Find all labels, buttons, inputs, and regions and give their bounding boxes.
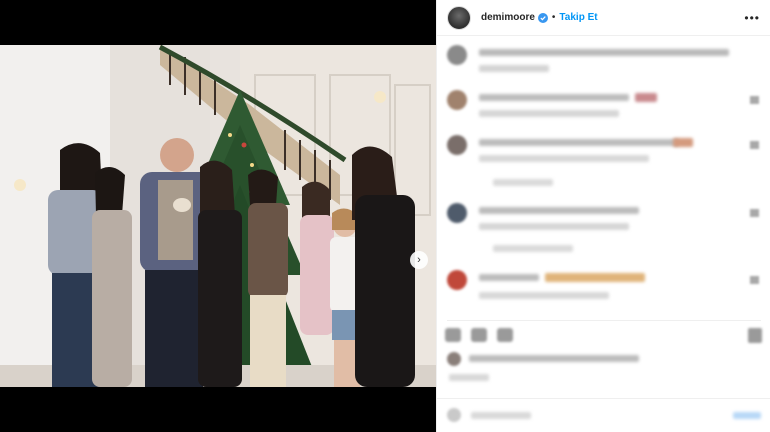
comment-avatar — [447, 90, 467, 110]
comment-avatar — [447, 45, 467, 65]
bookmark-icon[interactable] — [748, 328, 762, 343]
comment-input-blurred[interactable] — [471, 412, 531, 419]
emoji-blurred — [545, 273, 645, 282]
post-header: demimoore • Takip Et ••• — [437, 0, 770, 36]
caption-block — [447, 45, 761, 79]
avatar[interactable] — [447, 5, 471, 30]
username-link[interactable]: demimoore — [481, 12, 535, 23]
reply-meta-blurred — [493, 179, 553, 186]
emoji-blurred — [635, 93, 657, 102]
heart-icon[interactable] — [750, 276, 759, 284]
comment-icon[interactable] — [471, 328, 487, 342]
heart-icon[interactable] — [750, 141, 759, 149]
emoji-blurred — [673, 138, 693, 147]
post-actions — [445, 328, 513, 342]
like-icon[interactable] — [445, 328, 461, 342]
more-options-button[interactable]: ••• — [744, 11, 760, 25]
comment-text-blurred — [479, 207, 639, 214]
comment-item — [447, 90, 761, 124]
add-comment-bar[interactable] — [447, 408, 761, 424]
comment-item — [447, 270, 761, 310]
comment-item — [447, 203, 761, 253]
comment-text-blurred — [479, 49, 729, 56]
chevron-right-icon: › — [417, 253, 421, 266]
likes-text-blurred — [469, 355, 639, 362]
verified-badge-icon — [537, 12, 548, 23]
follow-button[interactable]: Takip Et — [559, 12, 597, 23]
comment-avatar — [447, 270, 467, 290]
comment-meta-blurred — [479, 292, 609, 299]
post-comment-button[interactable] — [733, 412, 761, 419]
separator-dot: • — [551, 12, 556, 23]
comment-text-blurred — [479, 274, 539, 281]
comment-meta-blurred — [479, 65, 549, 72]
comment-text-blurred — [479, 94, 629, 101]
comment-avatar — [447, 135, 467, 155]
heart-icon[interactable] — [750, 96, 759, 104]
liker-avatar — [447, 352, 461, 366]
comment-avatar — [447, 203, 467, 223]
share-icon[interactable] — [497, 328, 513, 342]
comment-meta-blurred — [479, 110, 619, 117]
emoji-picker-icon[interactable] — [447, 408, 461, 422]
comment-item — [447, 135, 761, 186]
post-date-blurred — [449, 374, 489, 381]
family-christmas-photo — [0, 45, 436, 387]
post-photo[interactable]: › — [0, 45, 436, 387]
reply-meta-blurred — [493, 245, 573, 252]
heart-icon[interactable] — [750, 209, 759, 217]
divider — [437, 398, 770, 399]
post-media-panel: › — [0, 0, 436, 432]
comment-text-blurred — [479, 139, 679, 146]
post-sidebar: demimoore • Takip Et ••• — [436, 0, 770, 432]
comment-meta-blurred — [479, 223, 629, 230]
divider — [447, 320, 761, 321]
comment-meta-blurred — [479, 155, 649, 162]
likes-summary — [447, 352, 761, 386]
carousel-next-button[interactable]: › — [410, 251, 428, 269]
